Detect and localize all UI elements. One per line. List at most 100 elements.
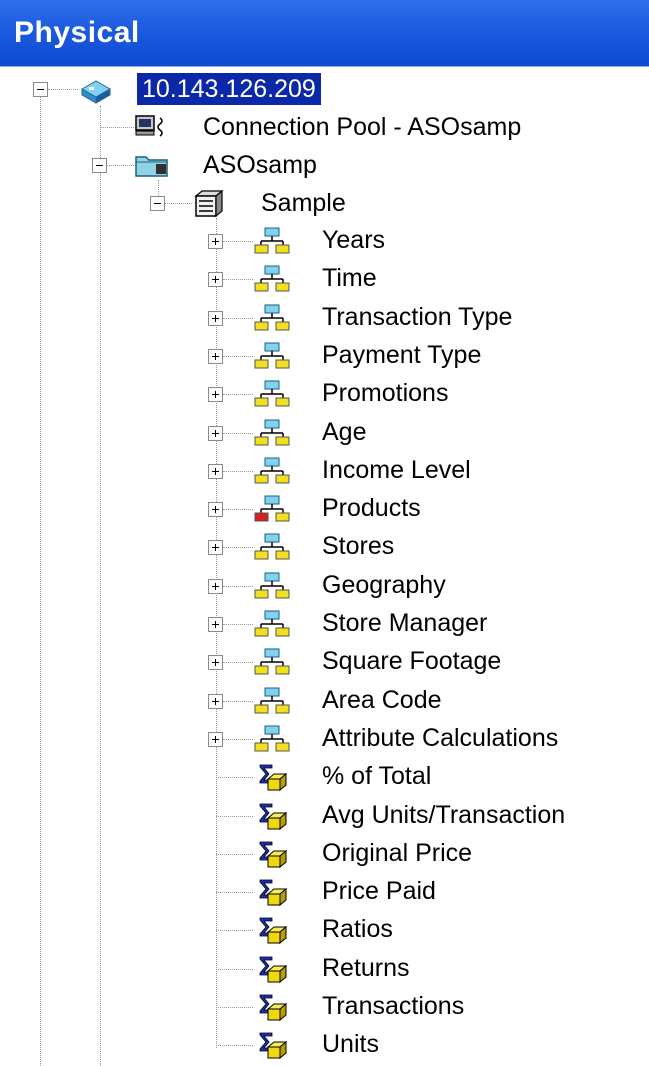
hierarchy-icon bbox=[254, 457, 290, 484]
measure-cube-icon bbox=[259, 879, 287, 906]
tree-connector bbox=[223, 318, 253, 319]
hierarchy-icon bbox=[254, 227, 290, 254]
measure-cube-icon bbox=[259, 1032, 287, 1059]
tree-connector bbox=[223, 739, 253, 740]
expand-toggle[interactable] bbox=[208, 617, 223, 632]
tree-connector bbox=[107, 165, 134, 166]
tree-connector bbox=[223, 547, 253, 548]
database-label[interactable]: ASOsamp bbox=[203, 149, 317, 181]
hierarchy-icon bbox=[254, 687, 290, 714]
expand-toggle[interactable] bbox=[208, 694, 223, 709]
tree-connector bbox=[216, 969, 253, 970]
tree-connector bbox=[216, 1045, 253, 1046]
tree-connector bbox=[223, 433, 253, 434]
dimension-store-manager-label[interactable]: Store Manager bbox=[322, 607, 487, 639]
hierarchy-icon bbox=[254, 304, 290, 331]
dimension-attribute-calculations-label[interactable]: Attribute Calculations bbox=[322, 722, 558, 754]
collapse-toggle[interactable] bbox=[33, 82, 48, 97]
expand-toggle[interactable] bbox=[208, 579, 223, 594]
measure-cube-icon bbox=[259, 841, 287, 868]
tree-connector bbox=[216, 854, 253, 855]
physical-tree[interactable]: 10.143.126.209 Connection Pool - ASOsamp… bbox=[0, 66, 649, 1066]
server-cube-icon bbox=[80, 80, 112, 104]
dimension-stores-label[interactable]: Stores bbox=[322, 530, 394, 562]
measure-price-paid-label[interactable]: Price Paid bbox=[322, 875, 436, 907]
tree-connector bbox=[223, 701, 253, 702]
dimension-time-label[interactable]: Time bbox=[322, 262, 377, 294]
tree-connector bbox=[165, 203, 192, 204]
connection-pool-icon bbox=[135, 115, 163, 137]
dimension-square-footage-label[interactable]: Square Footage bbox=[322, 645, 501, 677]
tree-connector bbox=[223, 394, 253, 395]
dimension-geography-label[interactable]: Geography bbox=[322, 569, 446, 601]
tree-connector bbox=[223, 586, 253, 587]
panel-title-bar: Physical bbox=[0, 0, 649, 67]
tree-guide bbox=[100, 106, 101, 1066]
expand-toggle[interactable] bbox=[208, 464, 223, 479]
tree-connector bbox=[223, 662, 253, 663]
hierarchy-icon-red bbox=[254, 495, 290, 522]
hierarchy-icon bbox=[254, 610, 290, 637]
hierarchy-icon bbox=[254, 419, 290, 446]
measure-returns-label[interactable]: Returns bbox=[322, 952, 410, 984]
dimension-income-level-label[interactable]: Income Level bbox=[322, 454, 471, 486]
tree-connector bbox=[100, 127, 134, 128]
expand-toggle[interactable] bbox=[208, 540, 223, 555]
tree-connector bbox=[223, 279, 253, 280]
hierarchy-icon bbox=[254, 533, 290, 560]
measure-units-label[interactable]: Units bbox=[322, 1028, 379, 1060]
measure-ratios-label[interactable]: Ratios bbox=[322, 913, 393, 945]
measure-cube-icon bbox=[259, 994, 287, 1021]
tree-connector bbox=[216, 1007, 253, 1008]
measure-cube-icon bbox=[259, 917, 287, 944]
tree-connector bbox=[223, 509, 253, 510]
tree-connector bbox=[216, 930, 253, 931]
dimension-age-label[interactable]: Age bbox=[322, 416, 366, 448]
expand-toggle[interactable] bbox=[208, 732, 223, 747]
tree-connector bbox=[223, 241, 253, 242]
tree-connector bbox=[216, 777, 253, 778]
hierarchy-icon bbox=[254, 342, 290, 369]
tree-connector bbox=[223, 471, 253, 472]
hierarchy-icon bbox=[254, 265, 290, 292]
dimension-payment-type-label[interactable]: Payment Type bbox=[322, 339, 481, 371]
tree-connector bbox=[223, 624, 253, 625]
hierarchy-icon bbox=[254, 380, 290, 407]
dimension-years-label[interactable]: Years bbox=[322, 224, 385, 256]
panel-title: Physical bbox=[14, 16, 140, 49]
measure-transactions-label[interactable]: Transactions bbox=[322, 990, 464, 1022]
measure-cube-icon bbox=[259, 803, 287, 830]
dimension-transaction-type-label[interactable]: Transaction Type bbox=[322, 301, 512, 333]
collapse-toggle[interactable] bbox=[150, 196, 165, 211]
tree-guide bbox=[216, 218, 217, 1048]
hierarchy-icon bbox=[254, 572, 290, 599]
server-node-label[interactable]: 10.143.126.209 bbox=[137, 73, 321, 105]
expand-toggle[interactable] bbox=[208, 311, 223, 326]
measure-cube-icon bbox=[259, 764, 287, 791]
expand-toggle[interactable] bbox=[208, 426, 223, 441]
tree-connector bbox=[223, 356, 253, 357]
collapse-toggle[interactable] bbox=[92, 158, 107, 173]
dimension-area-code-label[interactable]: Area Code bbox=[322, 684, 442, 716]
schema-table-icon bbox=[194, 189, 224, 218]
measure-cube-icon bbox=[259, 956, 287, 983]
schema-label[interactable]: Sample bbox=[261, 187, 346, 219]
tree-connector bbox=[216, 892, 253, 893]
hierarchy-icon bbox=[254, 725, 290, 752]
measure-of-total-label[interactable]: % of Total bbox=[322, 760, 431, 792]
tree-connector bbox=[216, 816, 253, 817]
connection-pool-label[interactable]: Connection Pool - ASOsamp bbox=[203, 111, 521, 143]
measure-original-price-label[interactable]: Original Price bbox=[322, 837, 472, 869]
tree-connector bbox=[48, 89, 78, 90]
expand-toggle[interactable] bbox=[208, 272, 223, 287]
database-folder-icon bbox=[135, 156, 168, 177]
expand-toggle[interactable] bbox=[208, 234, 223, 249]
expand-toggle[interactable] bbox=[208, 387, 223, 402]
dimension-products-label[interactable]: Products bbox=[322, 492, 421, 524]
expand-toggle[interactable] bbox=[208, 502, 223, 517]
tree-guide bbox=[40, 96, 41, 1066]
dimension-promotions-label[interactable]: Promotions bbox=[322, 377, 448, 409]
expand-toggle[interactable] bbox=[208, 349, 223, 364]
measure-avg-units-transaction-label[interactable]: Avg Units/Transaction bbox=[322, 799, 565, 831]
expand-toggle[interactable] bbox=[208, 655, 223, 670]
